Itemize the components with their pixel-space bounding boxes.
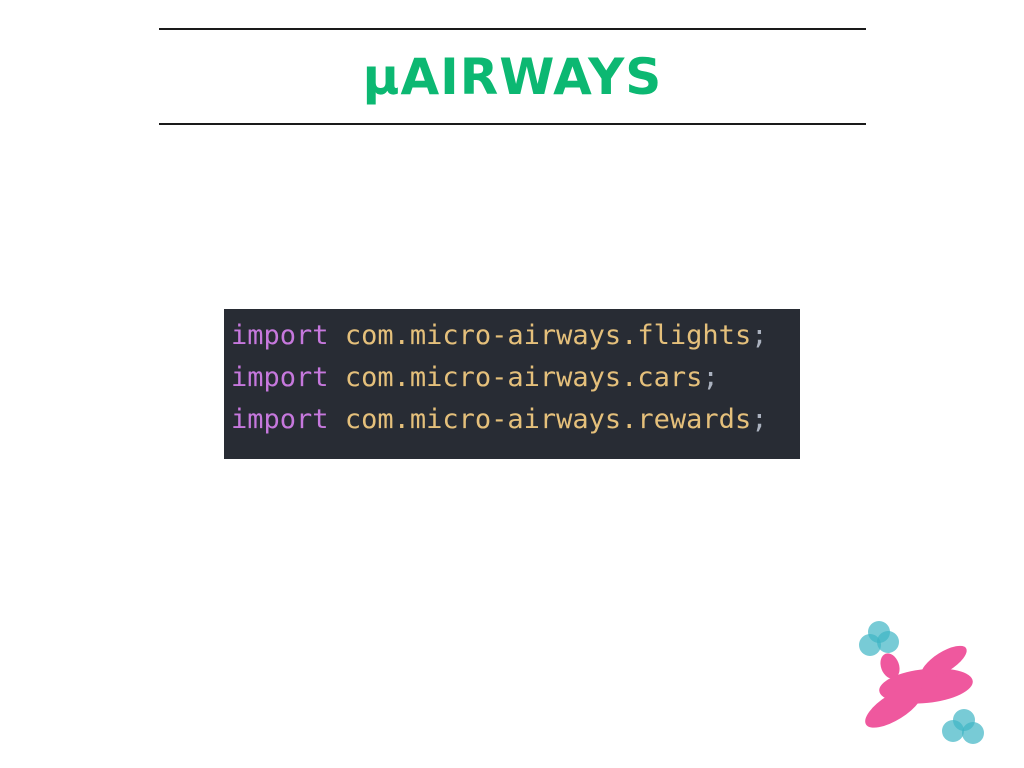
code-module: com.micro-airways.cars xyxy=(344,362,703,393)
bottom-divider xyxy=(159,123,866,125)
code-punctuation: ; xyxy=(751,320,768,351)
cloud-icon xyxy=(942,709,984,744)
top-divider xyxy=(159,28,866,30)
slide: µAIRWAYS import com.micro-airways.flight… xyxy=(0,0,1024,768)
code-keyword: import xyxy=(231,320,329,351)
cloud-icon xyxy=(859,621,899,656)
code-line: import com.micro-airways.cars; xyxy=(231,357,800,399)
code-keyword: import xyxy=(231,404,329,435)
code-punctuation: ; xyxy=(751,404,768,435)
code-module: com.micro-airways.flights xyxy=(344,320,752,351)
code-line: import com.micro-airways.flights; xyxy=(231,315,800,357)
code-block: import com.micro-airways.flights; import… xyxy=(224,309,800,459)
code-line: import com.micro-airways.rewards; xyxy=(231,399,800,441)
code-keyword: import xyxy=(231,362,329,393)
code-punctuation: ; xyxy=(702,362,719,393)
airplane-icon xyxy=(859,621,984,744)
slide-title: µAIRWAYS xyxy=(362,48,663,106)
code-module: com.micro-airways.rewards xyxy=(344,404,752,435)
